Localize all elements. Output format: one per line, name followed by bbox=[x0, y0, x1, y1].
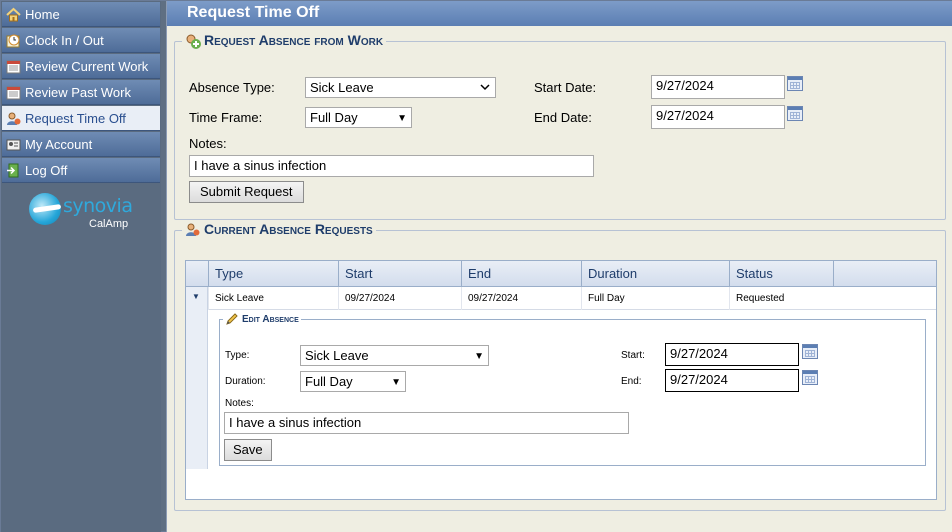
grid-header: Type Start End Duration Status bbox=[186, 261, 936, 287]
edit-duration-select[interactable]: Full Day ▼ bbox=[300, 371, 406, 392]
requests-grid: Type Start End Duration Status Sick Leav… bbox=[185, 260, 937, 500]
sidebar-item-request-time-off[interactable]: Request Time Off bbox=[2, 106, 160, 131]
calendar-icon[interactable] bbox=[787, 76, 803, 91]
edit-notes-label: Notes: bbox=[225, 398, 254, 409]
cell-end: 09/27/2024 bbox=[461, 287, 581, 310]
logo-name: synovia bbox=[63, 195, 133, 217]
edit-type-label: Type: bbox=[225, 350, 250, 361]
company-logo: synovia CalAmp bbox=[29, 189, 139, 239]
expand-toggle-icon[interactable]: ▼ bbox=[192, 292, 200, 301]
table-row[interactable]: Sick Leave 09/27/2024 09/27/2024 Full Da… bbox=[186, 287, 936, 310]
id-card-icon bbox=[6, 137, 21, 152]
end-date-input[interactable]: 9/27/2024 bbox=[651, 105, 785, 129]
column-header-type[interactable]: Type bbox=[208, 261, 338, 287]
notes-input[interactable]: I have a sinus infection bbox=[189, 155, 594, 177]
end-date-label: End Date: bbox=[534, 110, 592, 125]
edit-absence-title: Edit Absence bbox=[242, 313, 299, 325]
edit-absence-panel bbox=[219, 319, 926, 466]
absence-type-select[interactable]: Sick Leave bbox=[305, 77, 496, 98]
sidebar-item-label: Request Time Off bbox=[25, 110, 126, 126]
caret-down-icon: ▼ bbox=[474, 351, 484, 362]
time-frame-label: Time Frame: bbox=[189, 110, 263, 125]
exit-icon bbox=[6, 163, 21, 178]
app-window: Home Clock In / Out Review Current Work … bbox=[0, 0, 952, 532]
pencil-icon bbox=[225, 312, 239, 326]
sidebar-item-label: Review Past Work bbox=[25, 84, 131, 100]
edit-end-input[interactable]: 9/27/2024 bbox=[665, 369, 799, 392]
logo-mark bbox=[29, 193, 61, 225]
logo-subtitle: CalAmp bbox=[89, 218, 129, 230]
chevron-down-icon bbox=[480, 84, 490, 91]
sidebar-item-home[interactable]: Home bbox=[2, 2, 160, 27]
edit-start-label: Start: bbox=[621, 350, 645, 361]
person-icon bbox=[6, 111, 21, 126]
edit-notes-input[interactable]: I have a sinus infection bbox=[224, 412, 629, 434]
edit-end-label: End: bbox=[621, 376, 642, 387]
sidebar-item-log-off[interactable]: Log Off bbox=[2, 158, 160, 183]
absence-type-value: Sick Leave bbox=[310, 80, 374, 95]
column-header-spacer bbox=[833, 261, 936, 287]
calendar-icon bbox=[6, 59, 21, 74]
current-requests-title: Current Absence Requests bbox=[204, 221, 373, 237]
sidebar-item-label: Review Current Work bbox=[25, 58, 149, 74]
sidebar-item-review-past[interactable]: Review Past Work bbox=[2, 80, 160, 105]
caret-down-icon: ▼ bbox=[391, 377, 401, 388]
sidebar-item-clock[interactable]: Clock In / Out bbox=[2, 28, 160, 53]
notes-label: Notes: bbox=[189, 136, 227, 151]
request-absence-title: Request Absence from Work bbox=[204, 32, 384, 48]
edit-type-select[interactable]: Sick Leave ▼ bbox=[300, 345, 489, 366]
page-title: Request Time Off bbox=[167, 1, 952, 26]
request-absence-legend: Request Absence from Work bbox=[182, 32, 387, 49]
main-content: Request Time Off Request Absence from Wo… bbox=[166, 1, 952, 532]
sidebar-item-label: Clock In / Out bbox=[25, 32, 104, 48]
submit-request-button[interactable]: Submit Request bbox=[189, 181, 304, 203]
person-icon bbox=[185, 222, 200, 237]
cell-type: Sick Leave bbox=[208, 287, 338, 310]
sidebar-item-label: Log Off bbox=[25, 162, 68, 178]
absence-type-label: Absence Type: bbox=[189, 80, 275, 95]
sidebar-item-label: Home bbox=[25, 6, 60, 22]
caret-down-icon: ▼ bbox=[397, 113, 407, 124]
sidebar-item-review-current[interactable]: Review Current Work bbox=[2, 54, 160, 79]
cell-start: 09/27/2024 bbox=[338, 287, 461, 310]
time-frame-select[interactable]: Full Day ▼ bbox=[305, 107, 412, 128]
time-frame-value: Full Day bbox=[310, 110, 358, 125]
column-header-end[interactable]: End bbox=[461, 261, 581, 287]
edit-duration-label: Duration: bbox=[225, 376, 266, 387]
column-header-start[interactable]: Start bbox=[338, 261, 461, 287]
edit-start-input[interactable]: 9/27/2024 bbox=[665, 343, 799, 366]
start-date-label: Start Date: bbox=[534, 80, 597, 95]
clock-icon bbox=[6, 33, 21, 48]
edit-type-value: Sick Leave bbox=[305, 348, 369, 363]
sidebar-item-label: My Account bbox=[25, 136, 93, 152]
current-requests-legend: Current Absence Requests bbox=[182, 221, 376, 237]
calendar-icon[interactable] bbox=[802, 370, 818, 385]
person-add-icon bbox=[185, 33, 201, 49]
sidebar-item-my-account[interactable]: My Account bbox=[2, 132, 160, 157]
column-header-duration[interactable]: Duration bbox=[581, 261, 729, 287]
cell-duration: Full Day bbox=[581, 287, 729, 310]
calendar-icon bbox=[6, 85, 21, 100]
save-button[interactable]: Save bbox=[224, 439, 272, 461]
edit-duration-value: Full Day bbox=[305, 374, 353, 389]
home-icon bbox=[6, 7, 21, 22]
edit-absence-legend: Edit Absence bbox=[223, 312, 301, 326]
column-header-status[interactable]: Status bbox=[729, 261, 833, 287]
calendar-icon[interactable] bbox=[787, 106, 803, 121]
calendar-icon[interactable] bbox=[802, 344, 818, 359]
sidebar: Home Clock In / Out Review Current Work … bbox=[1, 1, 161, 532]
cell-status: Requested bbox=[729, 287, 833, 310]
start-date-input[interactable]: 9/27/2024 bbox=[651, 75, 785, 99]
row-expander[interactable]: ▼ bbox=[186, 287, 208, 469]
